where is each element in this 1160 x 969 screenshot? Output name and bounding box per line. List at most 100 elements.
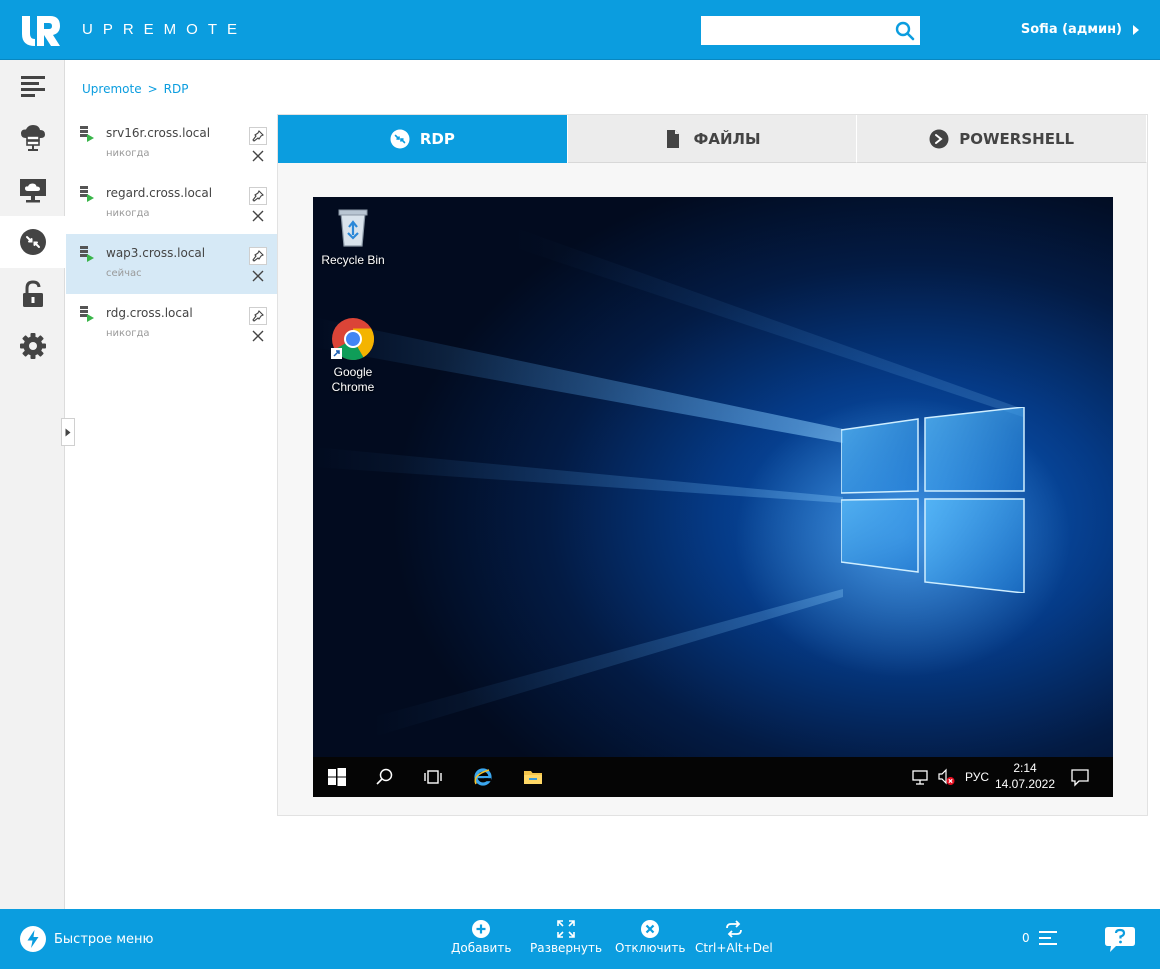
- upremote-logo-icon[interactable]: [20, 14, 62, 46]
- close-button[interactable]: [250, 268, 266, 284]
- desktop-icon-label: Google Chrome: [331, 365, 375, 394]
- windows-logo-glow-icon: [841, 407, 1025, 593]
- taskbar-ie-button[interactable]: [463, 757, 503, 797]
- pin-button[interactable]: [249, 307, 267, 325]
- recycle-bin-icon: [338, 209, 368, 247]
- breadcrumb-root-link[interactable]: Upremote: [82, 82, 142, 96]
- chevron-right-icon: [1133, 24, 1139, 35]
- close-icon: [252, 270, 264, 282]
- connection-list: srv16r.cross.local никогда regard.cross.…: [66, 114, 277, 354]
- server-status-icon: [80, 246, 94, 262]
- tab-rdp[interactable]: RDP: [278, 115, 568, 163]
- powershell-icon: [929, 129, 949, 148]
- close-button[interactable]: [250, 148, 266, 164]
- disconnect-icon: [641, 920, 660, 938]
- close-button[interactable]: [250, 328, 266, 344]
- sidebar-collapse-toggle[interactable]: [61, 418, 75, 446]
- internet-explorer-icon: [474, 768, 492, 786]
- ctrl-alt-del-button[interactable]: Ctrl+Alt+Del: [695, 920, 773, 955]
- sidebar-item-cloud-servers[interactable]: [0, 112, 65, 164]
- taskbar-explorer-button[interactable]: [513, 757, 553, 797]
- rdp-icon: [390, 129, 410, 149]
- server-status-icon: [80, 186, 94, 202]
- language-indicator[interactable]: РУС: [965, 770, 989, 784]
- bottom-toolbar: Быстрое меню Добавить Развернуть Отключи…: [0, 909, 1160, 969]
- close-icon: [252, 150, 264, 162]
- tab-label: RDP: [419, 130, 455, 148]
- close-icon: [252, 210, 264, 222]
- expand-icon: [557, 920, 575, 938]
- remote-taskbar: РУС 2:14 14.07.2022: [313, 757, 1113, 797]
- tab-powershell[interactable]: POWERSHELL: [857, 115, 1148, 163]
- expand-button[interactable]: Развернуть: [530, 920, 602, 955]
- breadcrumb: Upremote > RDP: [82, 82, 188, 96]
- quick-menu-button[interactable]: Быстрое меню: [20, 926, 154, 952]
- plus-icon: [472, 920, 491, 938]
- connection-last-seen: сейчас: [106, 268, 142, 279]
- sidebar-item-access[interactable]: [0, 268, 65, 320]
- desktop-icon-recycle-bin[interactable]: Recycle Bin: [319, 205, 387, 268]
- pin-icon: [252, 130, 264, 142]
- windows-start-icon: [328, 768, 346, 786]
- start-button[interactable]: [317, 757, 357, 797]
- volume-muted-icon: [938, 768, 955, 785]
- reload-icon: [725, 920, 742, 938]
- monitor-cloud-icon: [19, 179, 46, 203]
- pin-icon: [252, 310, 264, 322]
- disconnect-button-label: Отключить: [615, 941, 686, 955]
- help-icon[interactable]: [1104, 925, 1136, 953]
- close-icon: [252, 330, 264, 342]
- connection-item[interactable]: regard.cross.local никогда: [66, 174, 277, 234]
- clock-date: 14.07.2022: [994, 777, 1056, 791]
- quick-menu-label: Быстрое меню: [54, 931, 154, 947]
- add-button-label: Добавить: [451, 941, 512, 955]
- add-button[interactable]: Добавить: [451, 920, 511, 955]
- user-menu[interactable]: Sofia (админ): [1021, 22, 1140, 37]
- brand-name: UPREMOTE: [82, 21, 248, 38]
- folder-icon: [524, 771, 542, 784]
- sidebar-item-remote-desktop[interactable]: [0, 164, 65, 216]
- chevron-right-icon: [65, 428, 71, 436]
- connection-name: rdg.cross.local: [106, 306, 193, 320]
- tab-label: ФАЙЛЫ: [693, 129, 761, 148]
- search-input[interactable]: [701, 16, 886, 45]
- tab-label: POWERSHELL: [959, 129, 1075, 148]
- remote-desktop-view[interactable]: Recycle Bin Google Chrome РУС 2:14 14.07…: [313, 197, 1113, 797]
- desktop-icon-chrome[interactable]: Google Chrome: [323, 317, 383, 395]
- lightning-icon: [20, 926, 46, 952]
- search-icon[interactable]: [895, 21, 915, 41]
- sidebar: [0, 60, 65, 909]
- pin-button[interactable]: [249, 187, 267, 205]
- connection-item[interactable]: rdg.cross.local никогда: [66, 294, 277, 354]
- network-tray-button[interactable]: [909, 757, 933, 797]
- task-view-button[interactable]: [413, 757, 453, 797]
- network-icon: [912, 770, 928, 785]
- breadcrumb-current[interactable]: RDP: [164, 82, 189, 96]
- volume-tray-button[interactable]: [935, 757, 957, 797]
- close-button[interactable]: [250, 208, 266, 224]
- ctrl-alt-del-button-label: Ctrl+Alt+Del: [695, 941, 773, 955]
- chrome-icon: [331, 318, 375, 361]
- server-status-icon: [80, 306, 94, 322]
- sidebar-item-rdp[interactable]: [0, 216, 65, 268]
- action-center-button[interactable]: [1067, 757, 1093, 797]
- sidebar-item-menu[interactable]: [0, 60, 65, 112]
- connection-last-seen: никогда: [106, 208, 150, 219]
- clock-time: 2:14: [1013, 761, 1037, 775]
- list-icon[interactable]: [1038, 928, 1058, 948]
- taskbar-clock[interactable]: 2:14 14.07.2022: [993, 760, 1057, 792]
- menu-lines-icon: [20, 76, 45, 97]
- tab-files[interactable]: ФАЙЛЫ: [567, 115, 858, 163]
- pin-button[interactable]: [249, 247, 267, 265]
- connection-item[interactable]: srv16r.cross.local никогда: [66, 114, 277, 174]
- disconnect-button[interactable]: Отключить: [615, 920, 685, 955]
- session-panel: RDP ФАЙЛЫ POWERSHELL Recycle Bin Google …: [277, 114, 1148, 816]
- taskbar-search-button[interactable]: [365, 757, 405, 797]
- connection-item-active[interactable]: wap3.cross.local сейчас: [66, 234, 277, 294]
- pin-button[interactable]: [249, 127, 267, 145]
- notifications-count: 0: [1022, 931, 1030, 945]
- unlock-icon: [22, 280, 43, 307]
- session-tabs: RDP ФАЙЛЫ POWERSHELL: [278, 115, 1148, 163]
- sidebar-item-settings[interactable]: [0, 320, 65, 372]
- top-header: UPREMOTE Sofia (админ): [0, 0, 1160, 60]
